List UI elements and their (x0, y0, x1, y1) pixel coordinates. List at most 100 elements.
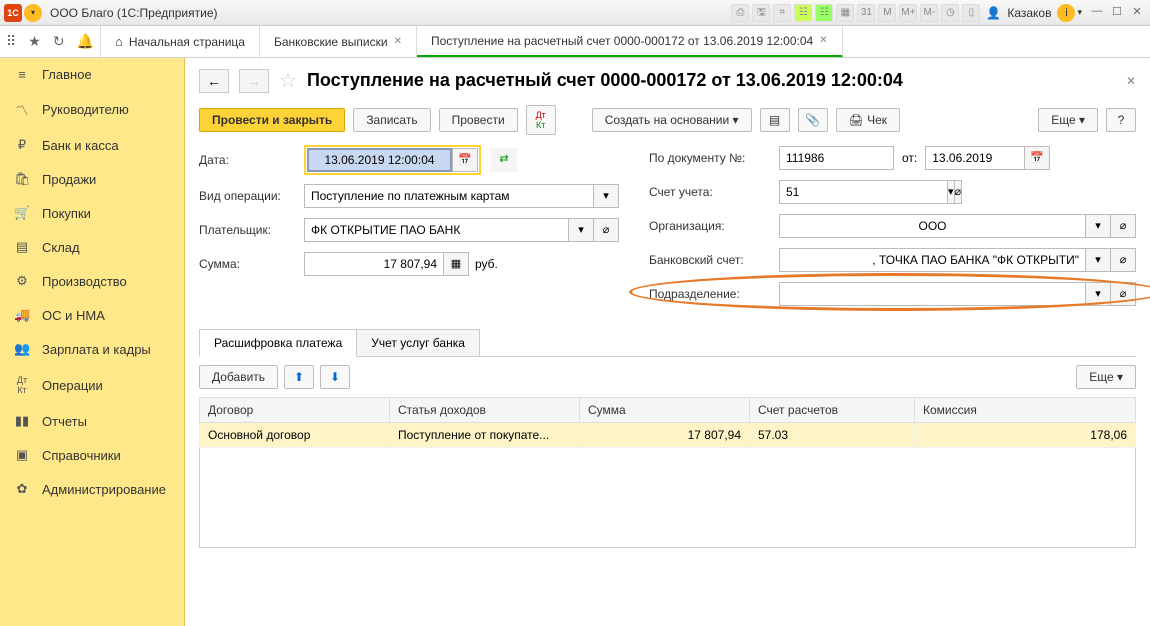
star-icon[interactable]: ★ (28, 33, 41, 50)
save-button[interactable]: Записать (353, 108, 430, 132)
sidebar-item-label: Справочники (42, 448, 121, 463)
open-icon[interactable]: ⌀ (954, 180, 963, 204)
calendar-icon[interactable]: 📅 (452, 148, 478, 172)
history-icon[interactable]: ↻ (53, 33, 65, 50)
col-sum[interactable]: Сумма (580, 398, 750, 423)
calc-icon[interactable]: ⌗ (773, 4, 791, 22)
sidebar-item-operations[interactable]: ДтКтОперации (0, 366, 184, 404)
check-button[interactable]: 🖨 Чек (836, 108, 901, 132)
open-icon[interactable]: ⌀ (1110, 214, 1136, 238)
close-icon[interactable]: ✕ (819, 35, 827, 46)
open-icon[interactable]: ⌀ (1110, 248, 1136, 272)
m-minus-icon[interactable]: M- (920, 4, 938, 22)
create-based-button[interactable]: Создать на основании ▾ (592, 108, 752, 132)
dropdown-icon[interactable]: ▾ (568, 218, 594, 242)
op-type-label: Вид операции: (199, 189, 304, 203)
bank-acct-input[interactable] (779, 248, 1086, 272)
cell-fee[interactable]: 178,06 (915, 423, 1136, 448)
apps-icon[interactable]: ⠿ (6, 33, 16, 50)
doc-date-input[interactable] (925, 146, 1025, 170)
sidebar-item-label: Банк и касса (42, 138, 119, 153)
dtct-button[interactable]: ДтКт (526, 105, 556, 135)
minimize-button[interactable]: — (1088, 5, 1106, 21)
nav-forward-button[interactable]: → (239, 69, 269, 93)
sidebar-item-manager[interactable]: 〽Руководителю (0, 91, 184, 128)
date-icon[interactable]: 31 (857, 4, 875, 22)
payer-input[interactable] (304, 218, 569, 242)
sidebar-item-label: Операции (42, 378, 103, 393)
m-icon[interactable]: M (878, 4, 896, 22)
cell-sum[interactable]: 17 807,94 (580, 423, 750, 448)
add-row-button[interactable]: Добавить (199, 365, 278, 389)
col-income[interactable]: Статья доходов (390, 398, 580, 423)
move-up-button[interactable]: ⬆ (284, 365, 314, 389)
cell-account[interactable]: 57.03 (750, 423, 915, 448)
open-icon[interactable]: ⌀ (1110, 282, 1136, 306)
sidebar-item-admin[interactable]: ✿Администрирование (0, 472, 184, 506)
tab-payment-detail[interactable]: Расшифровка платежа (199, 329, 357, 357)
user-name[interactable]: Казаков (1007, 6, 1051, 20)
more-button[interactable]: Еще ▾ (1038, 108, 1098, 132)
sum-input[interactable] (304, 252, 444, 276)
print-icon[interactable]: ⎙ (731, 4, 749, 22)
sidebar-item-salary[interactable]: 👥Зарплата и кадры (0, 332, 184, 366)
sheet-button[interactable]: ▤ (760, 108, 790, 132)
sidebar-item-reports[interactable]: ▮▮Отчеты (0, 404, 184, 438)
sidebar-item-production[interactable]: ⚙Производство (0, 264, 184, 298)
dropdown-icon[interactable]: ▾ (593, 184, 619, 208)
sidebar-item-warehouse[interactable]: ▤Склад (0, 230, 184, 264)
sync-icon[interactable]: ⇄ (491, 148, 517, 172)
dropdown-icon[interactable]: ▾ (1085, 214, 1111, 238)
sidebar-item-catalogs[interactable]: ▣Справочники (0, 438, 184, 472)
close-page-button[interactable]: ✕ (1126, 74, 1136, 88)
close-icon[interactable]: ✕ (394, 36, 402, 47)
dropdown-icon[interactable]: ▾ (1085, 248, 1111, 272)
open-icon[interactable]: ⌀ (593, 218, 619, 242)
nav-back-button[interactable]: ← (199, 69, 229, 93)
sidebar-item-purchases[interactable]: 🛒Покупки (0, 196, 184, 230)
op-type-input[interactable] (304, 184, 594, 208)
sidebar-item-sales[interactable]: 🛍Продажи (0, 162, 184, 196)
account-input[interactable] (779, 180, 948, 204)
cell-contract[interactable]: Основной договор (200, 423, 390, 448)
cal-yellow-icon[interactable]: ☷ (794, 4, 812, 22)
help-button[interactable]: ? (1106, 108, 1136, 132)
calc-icon[interactable]: ▦ (443, 252, 469, 276)
doc-num-input[interactable] (779, 146, 894, 170)
date-input[interactable] (307, 148, 452, 172)
grid-icon[interactable]: ▦ (836, 4, 854, 22)
tab-bank-statements[interactable]: Банковские выписки ✕ (260, 26, 417, 57)
tab-receipt[interactable]: Поступление на расчетный счет 0000-00017… (417, 26, 843, 57)
clock-icon[interactable]: ◷ (941, 4, 959, 22)
col-contract[interactable]: Договор (200, 398, 390, 423)
info-icon[interactable]: i (1057, 4, 1075, 22)
division-input[interactable] (779, 282, 1086, 306)
cell-income[interactable]: Поступление от покупате... (390, 423, 580, 448)
close-button[interactable]: ✕ (1128, 5, 1146, 21)
sidebar-item-bank[interactable]: ₽Банк и касса (0, 128, 184, 162)
favorite-star-icon[interactable]: ☆ (279, 68, 297, 93)
post-button[interactable]: Провести (439, 108, 518, 132)
tab-home[interactable]: ⌂ Начальная страница (101, 26, 260, 57)
sidebar-item-assets[interactable]: 🚚ОС и НМА (0, 298, 184, 332)
cal-green-icon[interactable]: ☷ (815, 4, 833, 22)
col-fee[interactable]: Комиссия (915, 398, 1136, 423)
sidebar-item-main[interactable]: ≡Главное (0, 58, 184, 91)
app-menu-dropdown[interactable]: ▾ (24, 4, 42, 22)
m-plus-icon[interactable]: M+ (899, 4, 917, 22)
col-account[interactable]: Счет расчетов (750, 398, 915, 423)
bell-icon[interactable]: 🔔 (77, 33, 94, 50)
table-more-button[interactable]: Еще ▾ (1076, 365, 1136, 389)
attach-button[interactable]: 📎 (798, 108, 828, 132)
calendar-icon[interactable]: 📅 (1024, 146, 1050, 170)
org-label: Организация: (649, 219, 779, 233)
dropdown-icon[interactable]: ▾ (1085, 282, 1111, 306)
move-down-button[interactable]: ⬇ (320, 365, 350, 389)
maximize-button[interactable]: ☐ (1108, 5, 1126, 21)
org-input[interactable] (779, 214, 1086, 238)
save-icon[interactable]: 🖫 (752, 4, 770, 22)
post-and-close-button[interactable]: Провести и закрыть (199, 108, 345, 132)
table-row[interactable]: Основной договор Поступление от покупате… (200, 423, 1136, 448)
panel-icon[interactable]: ▯ (962, 4, 980, 22)
tab-bank-services[interactable]: Учет услуг банка (356, 329, 480, 356)
